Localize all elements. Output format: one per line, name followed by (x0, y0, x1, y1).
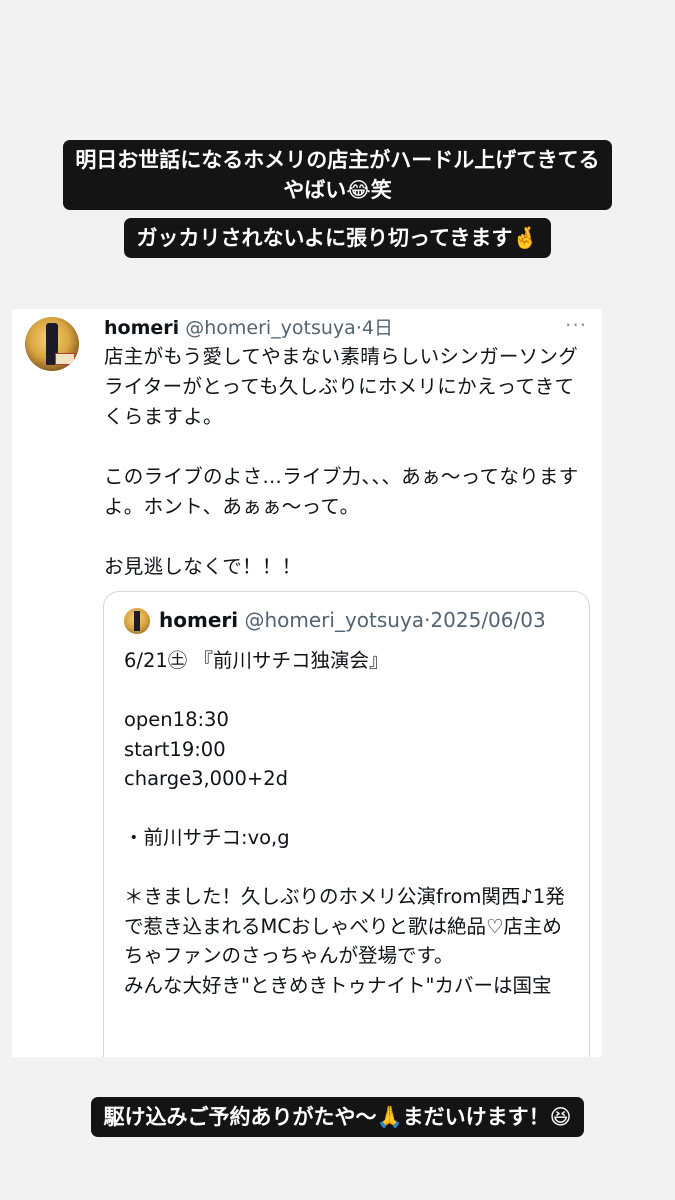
caption-top-line1: 明日お世話になるホメリの店主がハードル上げてきてる (75, 148, 600, 172)
tweet-header: homeri @homeri_yotsuya·4日 (104, 315, 393, 341)
caption-box-middle: ガッカリされないよに張り切ってきます🤞 (124, 218, 551, 258)
instagram-story: 明日お世話になるホメリの店主がハードル上げてきてる やばい😂笑 ガッカリされない… (0, 0, 675, 1200)
embedded-tweet[interactable]: homeri @homeri_yotsuya·4日 ··· 店主がもう愛してやま… (12, 309, 602, 1057)
story-caption-top: 明日お世話になるホメリの店主がハードル上げてきてる やばい😂笑 (0, 140, 675, 210)
avatar[interactable] (25, 317, 79, 371)
tweet-text: 店主がもう愛してやまない素晴らしいシンガーソングライターがとっても久しぶりにホメ… (104, 345, 579, 578)
quote-date: 2025/06/03 (430, 608, 546, 632)
caption-box-bottom: 駆け込みご予約ありがたや〜🙏まだいけます！😆 (91, 1097, 584, 1137)
story-caption-bottom: 駆け込みご予約ありがたや〜🙏まだいけます！😆 (0, 1097, 675, 1137)
quote-avatar-stand-shape (134, 611, 140, 631)
caption-box-top: 明日お世話になるホメリの店主がハードル上げてきてる やばい😂笑 (63, 140, 612, 210)
caption-top-line2: やばい😂笑 (283, 178, 392, 202)
post-age[interactable]: 4日 (362, 317, 393, 339)
quote-text: 6/21㊏ 『前川サチコ独演会』 open18:30 start19:00 ch… (124, 649, 565, 997)
more-options-icon[interactable]: ··· (565, 313, 587, 337)
quote-display-name: homeri (159, 608, 239, 632)
quoted-tweet[interactable]: homeri @homeri_yotsuya·2025/06/03 6/21㊏ … (103, 591, 590, 1057)
display-name[interactable]: homeri (104, 317, 179, 339)
quote-header: homeri @homeri_yotsuya·2025/06/03 (159, 606, 546, 634)
avatar-sign-shape (55, 353, 75, 365)
quote-handle: @homeri_yotsuya (244, 608, 425, 632)
story-caption-middle: ガッカリされないよに張り切ってきます🤞 (0, 218, 675, 258)
quote-avatar (124, 608, 150, 634)
handle[interactable]: @homeri_yotsuya (185, 317, 356, 339)
